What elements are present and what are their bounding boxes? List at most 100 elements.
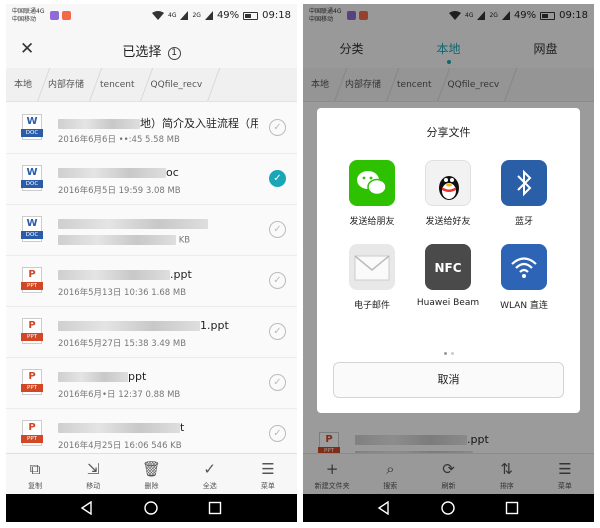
breadcrumb-item[interactable]: 本地 — [6, 68, 40, 101]
blurred-text — [58, 168, 166, 178]
file-name: ppt — [58, 370, 258, 383]
file-meta: 2016年6月•日 12:37 0.88 MB — [58, 390, 181, 400]
page-dot-active — [443, 352, 447, 355]
blurred-text — [58, 321, 200, 331]
share-bluetooth[interactable]: 蓝牙 — [485, 160, 563, 227]
select-checkbox-checked[interactable]: ✓ — [269, 170, 286, 187]
blurred-text — [58, 219, 208, 229]
file-name: t — [58, 421, 258, 434]
network-label: 4G — [168, 12, 177, 19]
ppt-file-icon: P PPT — [21, 369, 43, 395]
share-email[interactable]: 电子邮件 — [333, 244, 411, 311]
file-row[interactable]: WDOC 地）简介及入驻流程（用… 2016年6月6日 ••:45 5.58 M… — [6, 103, 297, 154]
back-icon[interactable] — [377, 501, 391, 515]
page-indicator — [317, 340, 580, 359]
svg-text:NFC: NFC — [434, 261, 461, 275]
notification-icon — [62, 11, 71, 20]
select-checkbox[interactable]: ✓ — [269, 119, 286, 136]
file-name: 1.ppt — [58, 319, 258, 332]
carrier-line-1: 中国联通4G — [12, 8, 45, 15]
trash-icon: 🗑 — [141, 460, 162, 478]
wifi-direct-icon — [501, 244, 547, 290]
file-row[interactable]: P PPT ppt 2016年6月•日 12:37 0.88 MB ✓ — [6, 358, 297, 409]
blurred-text — [58, 423, 180, 433]
move-button[interactable]: ⇲ 移动 — [64, 454, 122, 494]
breadcrumb-item[interactable]: 内部存储 — [40, 68, 92, 101]
signal-icon — [180, 11, 189, 20]
file-meta: 2016年5月13日 10:36 1.68 MB — [58, 288, 187, 298]
carrier-line-2: 中国移动 — [12, 16, 37, 23]
selection-title: 已选择 — [122, 45, 162, 60]
network-label: 2G — [192, 12, 201, 19]
recents-icon[interactable] — [505, 501, 519, 515]
phone-left: 中国联通4G 中国移动 4G 2G 49% 09:18 ✕ 已选择 1 本地 内… — [6, 4, 297, 522]
file-list: WDOC 地）简介及入驻流程（用… 2016年6月6日 ••:45 5.58 M… — [6, 103, 297, 460]
select-checkbox[interactable]: ✓ — [269, 374, 286, 391]
recents-icon[interactable] — [208, 501, 222, 515]
file-meta: 2016年4月25日 16:06 546 KB — [58, 441, 182, 451]
screenshot-root: 中国联通4G 中国移动 4G 2G 49% 09:18 ✕ 已选择 1 本地 内… — [0, 0, 600, 528]
email-icon — [349, 244, 395, 290]
selection-header: ✕ 已选择 1 — [6, 30, 297, 68]
battery-percent: 49% — [216, 10, 240, 21]
file-meta: 2016年6月6日 ••:45 5.58 MB — [58, 135, 180, 145]
dialog-title: 分享文件 — [426, 126, 471, 139]
file-name: 地）简介及入驻流程（用… — [58, 115, 258, 131]
share-qq[interactable]: 发送给好友 — [409, 160, 487, 227]
word-file-icon: W DOC — [21, 165, 43, 191]
select-checkbox[interactable]: ✓ — [269, 221, 286, 238]
blurred-text — [58, 119, 140, 129]
breadcrumb-item[interactable]: tencent — [92, 68, 143, 101]
menu-icon: ☰ — [261, 460, 275, 478]
breadcrumb: 本地 内部存储 tencent QQfile_recv — [6, 68, 297, 102]
page-title: 已选择 1 — [6, 41, 297, 60]
share-wechat[interactable]: 发送给朋友 — [333, 160, 411, 227]
select-all-icon: ✓ — [203, 460, 216, 478]
file-row[interactable]: P PPT 1.ppt 2016年5月27日 15:38 3.49 MB ✓ — [6, 307, 297, 358]
home-icon[interactable] — [144, 501, 158, 515]
file-row[interactable]: W DOC oc 2016年6月5日 19:59 3.08 MB ✓ — [6, 154, 297, 205]
breadcrumb-item[interactable]: QQfile_recv — [143, 68, 211, 101]
share-huawei-beam[interactable]: NFC Huawei Beam — [409, 244, 487, 308]
carrier-info: 中国联通4G 中国移动 — [12, 8, 44, 24]
file-name: oc — [58, 166, 258, 179]
wechat-icon — [349, 160, 395, 206]
blurred-text — [58, 235, 176, 245]
notification-icon — [50, 11, 59, 20]
battery-icon — [243, 11, 259, 20]
ppt-file-icon: P PPT — [21, 420, 43, 446]
action-toolbar: ⧉ 复制 ⇲ 移动 🗑 删除 ✓ 全选 ☰ 菜单 — [6, 453, 297, 494]
copy-icon: ⧉ — [29, 460, 41, 478]
select-all-button[interactable]: ✓ 全选 — [181, 454, 239, 494]
cancel-button[interactable]: 取消 — [333, 362, 564, 398]
delete-button[interactable]: 🗑 删除 — [122, 454, 180, 494]
nfc-icon: NFC — [425, 244, 471, 290]
system-nav-bar — [303, 494, 594, 522]
file-meta: KB — [58, 235, 190, 246]
share-wlan-direct[interactable]: WLAN 直连 — [485, 244, 563, 311]
select-checkbox[interactable]: ✓ — [269, 323, 286, 340]
clock: 09:18 — [262, 10, 291, 21]
menu-button[interactable]: ☰ 菜单 — [239, 454, 297, 494]
status-bar: 中国联通4G 中国移动 4G 2G 49% 09:18 — [6, 4, 297, 30]
qq-icon — [425, 160, 471, 206]
file-name — [58, 217, 258, 230]
page-dot — [450, 352, 454, 355]
system-nav-bar — [6, 494, 297, 522]
file-name: .ppt — [58, 268, 258, 281]
file-row[interactable]: P PPT .ppt 2016年5月13日 10:36 1.68 MB ✓ — [6, 256, 297, 307]
copy-button[interactable]: ⧉ 复制 — [6, 454, 64, 494]
file-meta: 2016年6月5日 19:59 3.08 MB — [58, 186, 181, 196]
back-icon[interactable] — [80, 501, 94, 515]
word-file-icon: W DOC — [21, 114, 43, 140]
selection-count-badge: 1 — [167, 47, 181, 60]
blurred-text — [58, 270, 170, 280]
bluetooth-icon — [501, 160, 547, 206]
select-checkbox[interactable]: ✓ — [269, 272, 286, 289]
ppt-file-icon: P PPT — [21, 267, 43, 293]
select-checkbox[interactable]: ✓ — [269, 425, 286, 442]
move-icon: ⇲ — [87, 460, 100, 478]
status-right: 4G 2G 49% 09:18 — [152, 10, 291, 21]
home-icon[interactable] — [441, 501, 455, 515]
file-row[interactable]: W DOC KB ✓ — [6, 205, 297, 256]
